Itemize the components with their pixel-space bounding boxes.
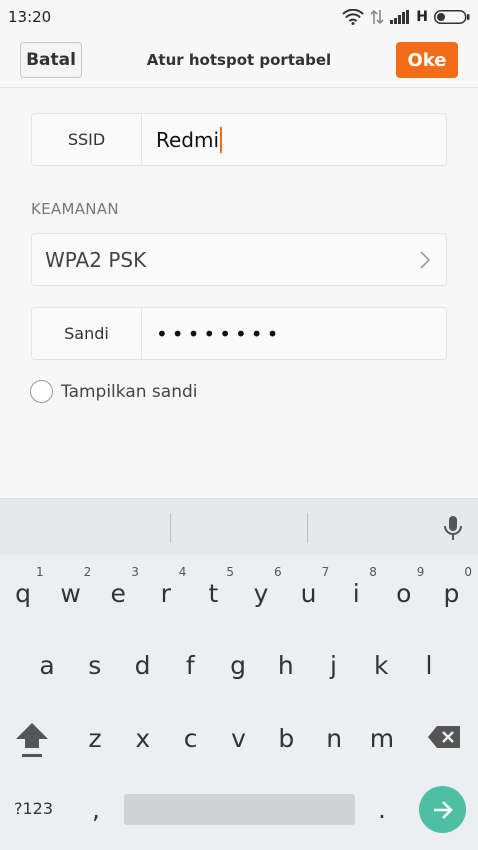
comma-key[interactable]: , [72, 785, 120, 833]
ssid-row: SSID Redmi [31, 113, 447, 166]
status-time: 13:20 [8, 8, 52, 26]
key-hint: 0 [464, 565, 473, 579]
status-bar: 13:20 H [0, 0, 478, 34]
key-k[interactable]: k [357, 641, 405, 689]
ssid-value: Redmi [156, 127, 220, 152]
key-x[interactable]: x [119, 714, 167, 762]
suggestion-divider [307, 513, 308, 543]
shift-icon[interactable] [14, 721, 50, 759]
space-key[interactable] [124, 794, 355, 825]
key-c[interactable]: c [167, 714, 215, 762]
key-g[interactable]: g [214, 641, 262, 689]
password-label: Sandi [32, 308, 142, 359]
key-f[interactable]: f [166, 641, 214, 689]
security-select[interactable]: WPA2 PSK [31, 233, 447, 286]
password-row: Sandi •••••••• [31, 307, 447, 360]
suggestion-divider [170, 513, 171, 543]
security-value: WPA2 PSK [45, 247, 147, 272]
chevron-right-icon [420, 251, 430, 269]
key-hint: 5 [226, 565, 235, 579]
ok-button[interactable]: Oke [396, 42, 458, 78]
key-hint: 6 [274, 565, 282, 579]
enter-key[interactable] [419, 786, 466, 833]
key-v[interactable]: v [214, 714, 262, 762]
text-cursor [220, 126, 223, 153]
key-l[interactable]: l [405, 641, 453, 689]
key-b[interactable]: b [262, 714, 310, 762]
key-hint: 9 [416, 565, 425, 579]
network-type: H [416, 9, 428, 25]
security-section-heading: KEAMANAN [31, 200, 119, 218]
microphone-icon[interactable] [443, 515, 463, 541]
suggestion-bar [0, 499, 478, 555]
key-hint: 2 [83, 565, 92, 579]
show-password-label: Tampilkan sandi [61, 381, 198, 402]
key-h[interactable]: h [262, 641, 310, 689]
password-input[interactable]: •••••••• [142, 322, 446, 346]
key-n[interactable]: n [310, 714, 358, 762]
key-a[interactable]: a [23, 641, 71, 689]
ssid-input[interactable]: Redmi [142, 126, 446, 153]
keyboard: q1w2e3r4t5y6u7i8o9p0asdfghjklzxcvbnm ?12… [0, 498, 478, 850]
symbols-key[interactable]: ?123 [14, 799, 53, 818]
backspace-icon[interactable] [427, 725, 461, 749]
key-hint: 8 [369, 565, 377, 579]
show-password-option[interactable]: Tampilkan sandi [30, 380, 198, 403]
key-m[interactable]: m [358, 714, 406, 762]
key-hint: 1 [36, 565, 44, 579]
period-key[interactable]: . [358, 785, 406, 833]
key-hint: 4 [178, 565, 187, 579]
show-password-checkbox[interactable] [30, 380, 53, 403]
key-j[interactable]: j [310, 641, 358, 689]
key-d[interactable]: d [119, 641, 167, 689]
ssid-label: SSID [32, 114, 142, 165]
key-hint: 7 [321, 565, 330, 579]
arrow-right-icon [433, 800, 453, 819]
key-hint: 3 [131, 565, 139, 579]
status-icons: H [342, 7, 470, 27]
wifi-icon [342, 9, 364, 25]
title-bar: Batal Atur hotspot portabel Oke [0, 34, 478, 88]
battery-icon [434, 10, 470, 24]
data-arrows-icon [370, 9, 384, 25]
key-s[interactable]: s [71, 641, 119, 689]
signal-icon [390, 10, 410, 24]
key-z[interactable]: z [71, 714, 119, 762]
